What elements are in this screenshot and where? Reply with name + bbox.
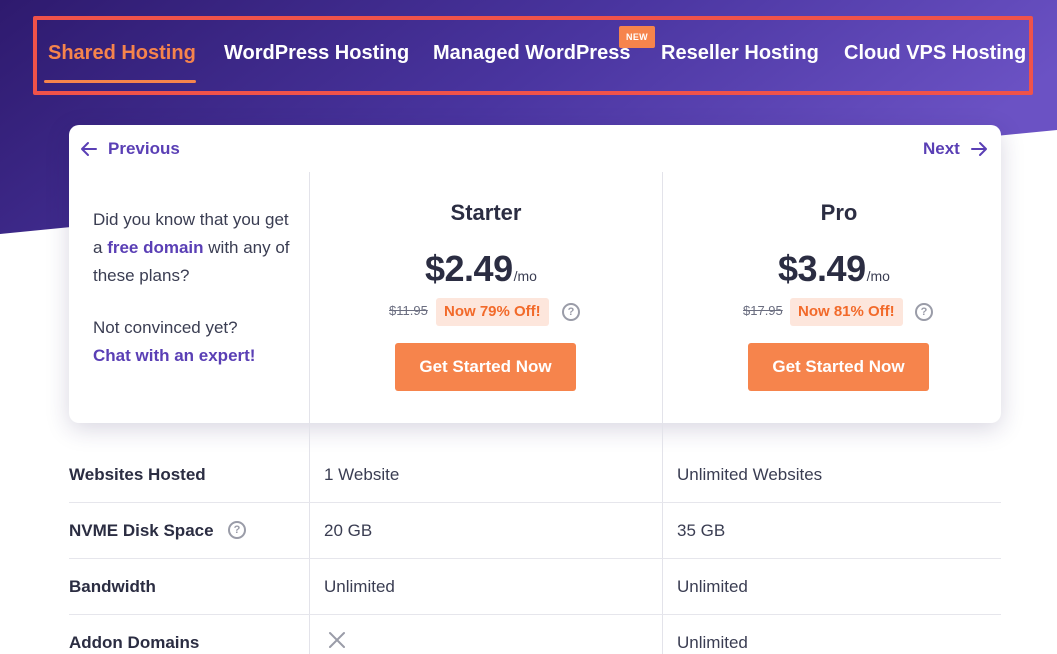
old-price-starter: $11.95 <box>389 303 428 318</box>
get-started-button-starter[interactable]: Get Started Now <box>395 343 576 391</box>
feature-value-starter: 20 GB <box>324 521 373 540</box>
price-amount: $3.49 <box>778 248 866 289</box>
arrow-right-icon <box>970 142 987 156</box>
price-period: /mo <box>513 268 537 284</box>
free-domain-note: Did you know that you get a free domain … <box>93 210 290 285</box>
not-convinced-note: Not convinced yet? Chat with an expert! <box>93 318 256 365</box>
question-circle-icon[interactable]: ? <box>228 521 246 539</box>
column-divider <box>309 172 310 654</box>
feature-value-pro: 35 GB <box>677 521 726 540</box>
previous-label: Previous <box>108 139 180 158</box>
new-badge: NEW <box>619 26 655 48</box>
price-pro: $3.49 /mo <box>778 248 890 290</box>
question-circle-icon[interactable]: ? <box>562 303 580 321</box>
tab-managed-wordpress[interactable]: Managed WordPress <box>433 42 630 65</box>
plan-name-pro: Pro <box>820 200 858 225</box>
feature-value-pro: Unlimited Websites <box>677 465 823 484</box>
feature-label-websites: Websites Hosted <box>69 465 206 484</box>
tab-reseller-hosting[interactable]: Reseller Hosting <box>661 42 819 65</box>
plan-name-starter: Starter <box>450 200 522 225</box>
price-amount: $2.49 <box>425 248 513 289</box>
feature-value-starter: Unlimited <box>324 577 395 596</box>
old-price-pro: $17.95 <box>743 303 783 318</box>
chat-expert-link[interactable]: Chat with an expert! <box>93 346 255 365</box>
discount-badge-pro: Now 81% Off! <box>790 298 903 326</box>
tab-wordpress-hosting[interactable]: WordPress Hosting <box>224 42 409 65</box>
tab-cloud-vps-hosting[interactable]: Cloud VPS Hosting <box>844 42 1026 65</box>
x-icon <box>329 632 345 648</box>
row-divider <box>69 614 1001 615</box>
previous-button[interactable]: Previous <box>80 139 180 159</box>
next-label: Next <box>923 139 960 158</box>
get-started-button-pro[interactable]: Get Started Now <box>748 343 929 391</box>
price-period: /mo <box>866 268 890 284</box>
feature-value-pro: Unlimited <box>677 577 748 596</box>
row-divider <box>69 558 1001 559</box>
feature-value-starter: 1 Website <box>324 465 400 484</box>
feature-value-pro: Unlimited <box>677 633 748 652</box>
feature-label-disk-space: NVME Disk Space <box>69 521 214 540</box>
column-divider <box>662 172 663 654</box>
active-tab-underline <box>44 80 196 83</box>
intro-text: Did you know that you get a free domain … <box>93 206 293 370</box>
arrow-left-icon <box>81 142 97 156</box>
price-starter: $2.49 /mo <box>425 248 537 290</box>
question-circle-icon[interactable]: ? <box>915 303 933 321</box>
free-domain-highlight: free domain <box>107 238 204 257</box>
tab-shared-hosting[interactable]: Shared Hosting <box>48 42 196 65</box>
feature-label-addon-domains: Addon Domains <box>69 633 200 652</box>
next-button[interactable]: Next <box>923 139 988 159</box>
discount-badge-starter: Now 79% Off! <box>436 298 549 326</box>
feature-label-bandwidth: Bandwidth <box>69 577 156 596</box>
row-divider <box>69 502 1001 503</box>
